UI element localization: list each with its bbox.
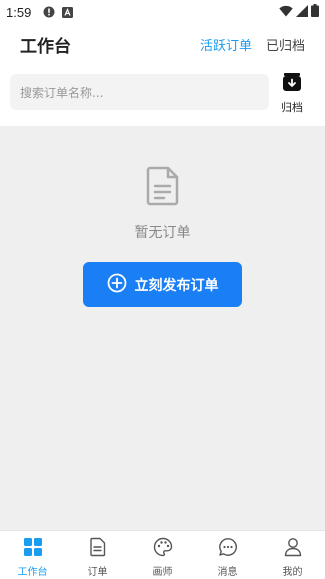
document-icon bbox=[88, 537, 108, 561]
page-title: 工作台 bbox=[20, 36, 71, 57]
search-input[interactable]: 搜索订单名称... bbox=[10, 74, 269, 110]
palette-icon bbox=[153, 537, 173, 561]
chat-icon bbox=[218, 537, 238, 561]
search-placeholder: 搜索订单名称... bbox=[20, 85, 104, 100]
nav-item-workbench[interactable]: 工作台 bbox=[0, 531, 65, 579]
nav-label-artists: 画师 bbox=[152, 567, 173, 578]
bottom-nav: 工作台 订单 画师 消息 我的 bbox=[0, 530, 325, 579]
tab-archived[interactable]: 已归档 bbox=[266, 35, 305, 54]
publish-order-label: 立刻发布订单 bbox=[134, 277, 219, 294]
nav-item-orders[interactable]: 订单 bbox=[65, 531, 130, 579]
status-bar: 1:59 bbox=[0, 0, 325, 24]
person-icon bbox=[283, 537, 303, 561]
grid-icon bbox=[23, 537, 43, 561]
order-list-empty-state: 暂无订单 立刻发布订单 bbox=[0, 126, 325, 530]
nav-label-profile: 我的 bbox=[282, 567, 303, 578]
nav-label-messages: 消息 bbox=[217, 567, 238, 578]
nav-item-artists[interactable]: 画师 bbox=[130, 531, 195, 579]
archive-download-icon bbox=[282, 72, 302, 96]
plus-circle-icon bbox=[107, 273, 127, 297]
battery-icon bbox=[311, 4, 319, 20]
tab-active-orders[interactable]: 活跃订单 bbox=[200, 35, 252, 54]
order-tabs: 活跃订单 已归档 bbox=[200, 35, 305, 54]
status-time: 1:59 bbox=[6, 4, 32, 20]
nav-item-profile[interactable]: 我的 bbox=[260, 531, 325, 579]
signal-icon bbox=[296, 4, 308, 20]
alert-icon bbox=[43, 6, 55, 18]
archive-button[interactable]: 归档 bbox=[278, 72, 306, 115]
wifi-icon bbox=[279, 5, 293, 20]
nav-label-orders: 订单 bbox=[87, 567, 108, 578]
nav-label-workbench: 工作台 bbox=[17, 567, 48, 578]
publish-order-button[interactable]: 立刻发布订单 bbox=[83, 262, 242, 307]
nav-item-messages[interactable]: 消息 bbox=[195, 531, 260, 579]
empty-message: 暂无订单 bbox=[134, 225, 191, 241]
app-notification-icon bbox=[62, 6, 74, 18]
search-row: 搜索订单名称... 归档 bbox=[0, 64, 325, 120]
document-icon bbox=[146, 166, 180, 210]
app-header: 工作台 活跃订单 已归档 bbox=[0, 24, 325, 64]
archive-label: 归档 bbox=[281, 101, 303, 114]
